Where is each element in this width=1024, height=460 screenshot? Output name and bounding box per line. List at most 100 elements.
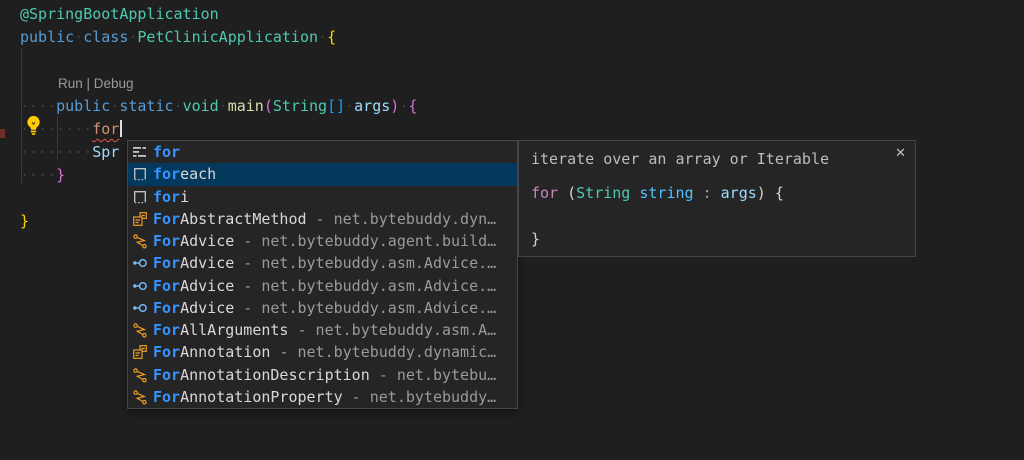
suggestion-item[interactable]: ForAdvice - net.bytebuddy.asm.Advice.…	[128, 252, 517, 274]
snippet-icon	[132, 166, 148, 182]
code-token[interactable]: {	[408, 97, 417, 115]
code-token[interactable]: Spr	[92, 143, 119, 161]
code-token[interactable]: ·	[345, 97, 354, 115]
close-icon[interactable]: ✕	[895, 146, 906, 161]
code-line[interactable]: ········for	[0, 118, 1024, 141]
suggestion-item[interactable]: ForAdvice - net.bytebuddy.asm.Advice.…	[128, 297, 517, 319]
code-token[interactable]: void	[183, 97, 219, 115]
docs-code-line: for (String string : args) {	[531, 182, 784, 205]
suggestion-label: each	[180, 165, 216, 183]
suggestion-item[interactable]: ForAdvice - net.bytebuddy.asm.Advice.…	[128, 275, 517, 297]
suggestion-match-text: For	[153, 232, 180, 250]
suggestion-label: Annotation	[180, 343, 270, 361]
code-line[interactable]: ····public·static·void·main(String[]·arg…	[0, 95, 1024, 118]
suggestion-match-text: for	[153, 165, 180, 183]
suggestion-match-text: For	[153, 321, 180, 339]
codelens-separator: |	[83, 76, 94, 91]
code-token	[694, 184, 703, 202]
codelens-run-link[interactable]: Run	[58, 76, 83, 91]
suggestion-detail: - net.bytebuddy.dyn…	[307, 210, 497, 228]
code-token[interactable]: ·	[174, 97, 183, 115]
suggestion-match-text: For	[153, 388, 180, 406]
suggestion-detail: - net.bytebuddy.agent.build…	[234, 232, 496, 250]
suggestion-item[interactable]: ForAnnotation - net.bytebuddy.dynamic…	[128, 341, 517, 363]
code-token[interactable]: class	[83, 28, 128, 46]
code-token[interactable]: static	[119, 97, 173, 115]
suggestion-match-text: For	[153, 366, 180, 384]
code-token[interactable]: {	[327, 28, 336, 46]
code-token[interactable]: args	[354, 97, 390, 115]
suggestion-label: AllArguments	[180, 321, 288, 339]
suggestion-label: AnnotationProperty	[180, 388, 343, 406]
code-token[interactable]: ····	[20, 97, 56, 115]
code-token[interactable]: (	[264, 97, 273, 115]
suggestion-label: i	[180, 188, 189, 206]
lightbulb-icon[interactable]	[24, 115, 43, 136]
code-token[interactable]: }	[20, 212, 29, 230]
suggestion-label: Advice	[180, 232, 234, 250]
suggestion-match-text: For	[153, 254, 180, 272]
enum-icon	[132, 367, 148, 383]
code-token[interactable]: []	[327, 97, 345, 115]
code-token[interactable]: public	[20, 28, 74, 46]
keyword-icon	[132, 144, 148, 160]
enum-icon	[132, 322, 148, 338]
code-token[interactable]: ·	[399, 97, 408, 115]
code-token[interactable]: @SpringBootApplication	[20, 5, 219, 23]
suggestion-match-text: For	[153, 277, 180, 295]
code-token[interactable]: String	[273, 97, 327, 115]
suggestion-match-text: For	[153, 299, 180, 317]
code-token: (	[558, 184, 576, 202]
code-token: for	[531, 184, 558, 202]
suggestion-match-text: For	[153, 343, 180, 361]
suggestions-popup: forforeachforiForAbstractMethod - net.by…	[127, 140, 518, 409]
suggestion-item[interactable]: ForAbstractMethod - net.bytebuddy.dyn…	[128, 208, 517, 230]
code-token[interactable]: ·	[74, 28, 83, 46]
suggestion-detail: - net.bytebuddy.asm.Advice.…	[234, 254, 496, 272]
suggestion-detail: - net.bytebuddy.asm.Advice.…	[234, 299, 496, 317]
suggestion-detail: - net.bytebu…	[370, 366, 496, 384]
code-token: :	[703, 184, 712, 202]
code-editor[interactable]: @SpringBootApplicationpublic·class·PetCl…	[0, 0, 1024, 460]
codelens-debug-link[interactable]: Debug	[94, 76, 134, 91]
suggestion-match-text: for	[153, 143, 180, 161]
suggestion-item[interactable]: ForAllArguments - net.bytebuddy.asm.A…	[128, 319, 517, 341]
interface-icon	[132, 300, 148, 316]
suggestion-item[interactable]: ForAdvice - net.bytebuddy.agent.build…	[128, 230, 517, 252]
code-token: args	[721, 184, 757, 202]
code-token[interactable]: for	[92, 120, 119, 138]
suggestion-item[interactable]: ForAnnotationProperty - net.bytebuddy…	[128, 386, 517, 408]
code-line[interactable]: public·class·PetClinicApplication·{	[0, 26, 1024, 49]
suggestion-item[interactable]: fori	[128, 186, 517, 208]
code-token[interactable]: ·	[219, 97, 228, 115]
code-token[interactable]: ····	[20, 166, 56, 184]
suggestion-label: AnnotationDescription	[180, 366, 370, 384]
code-token	[712, 184, 721, 202]
class-icon	[132, 211, 148, 227]
code-line[interactable]	[0, 49, 1024, 72]
text-cursor	[120, 120, 122, 137]
code-line[interactable]: @SpringBootApplication	[0, 3, 1024, 26]
suggestion-label: Advice	[180, 277, 234, 295]
code-line[interactable]: Run | Debug	[0, 72, 1024, 95]
code-token[interactable]: ········	[20, 143, 92, 161]
code-token[interactable]: public	[56, 97, 110, 115]
code-token: string	[639, 184, 693, 202]
code-token[interactable]: ·	[318, 28, 327, 46]
suggestion-detail: - net.bytebuddy.asm.Advice.…	[234, 277, 496, 295]
code-token[interactable]: }	[56, 166, 65, 184]
suggestion-match-text: for	[153, 188, 180, 206]
enum-icon	[132, 389, 148, 405]
suggestion-item[interactable]: for	[128, 141, 517, 163]
suggestion-label: AbstractMethod	[180, 210, 306, 228]
code-token[interactable]: ·	[110, 97, 119, 115]
suggestion-docs-panel: iterate over an array or Iterable ✕ for …	[518, 140, 916, 257]
suggestion-item[interactable]: ForAnnotationDescription - net.bytebu…	[128, 364, 517, 386]
suggestion-detail: - net.bytebuddy.asm.A…	[288, 321, 496, 339]
code-token[interactable]: main	[228, 97, 264, 115]
code-token[interactable]: PetClinicApplication	[137, 28, 318, 46]
docs-description: iterate over an array or Iterable	[531, 150, 829, 168]
suggestion-item[interactable]: foreach	[128, 163, 517, 185]
code-token[interactable]: )	[390, 97, 399, 115]
suggestion-label: Advice	[180, 254, 234, 272]
